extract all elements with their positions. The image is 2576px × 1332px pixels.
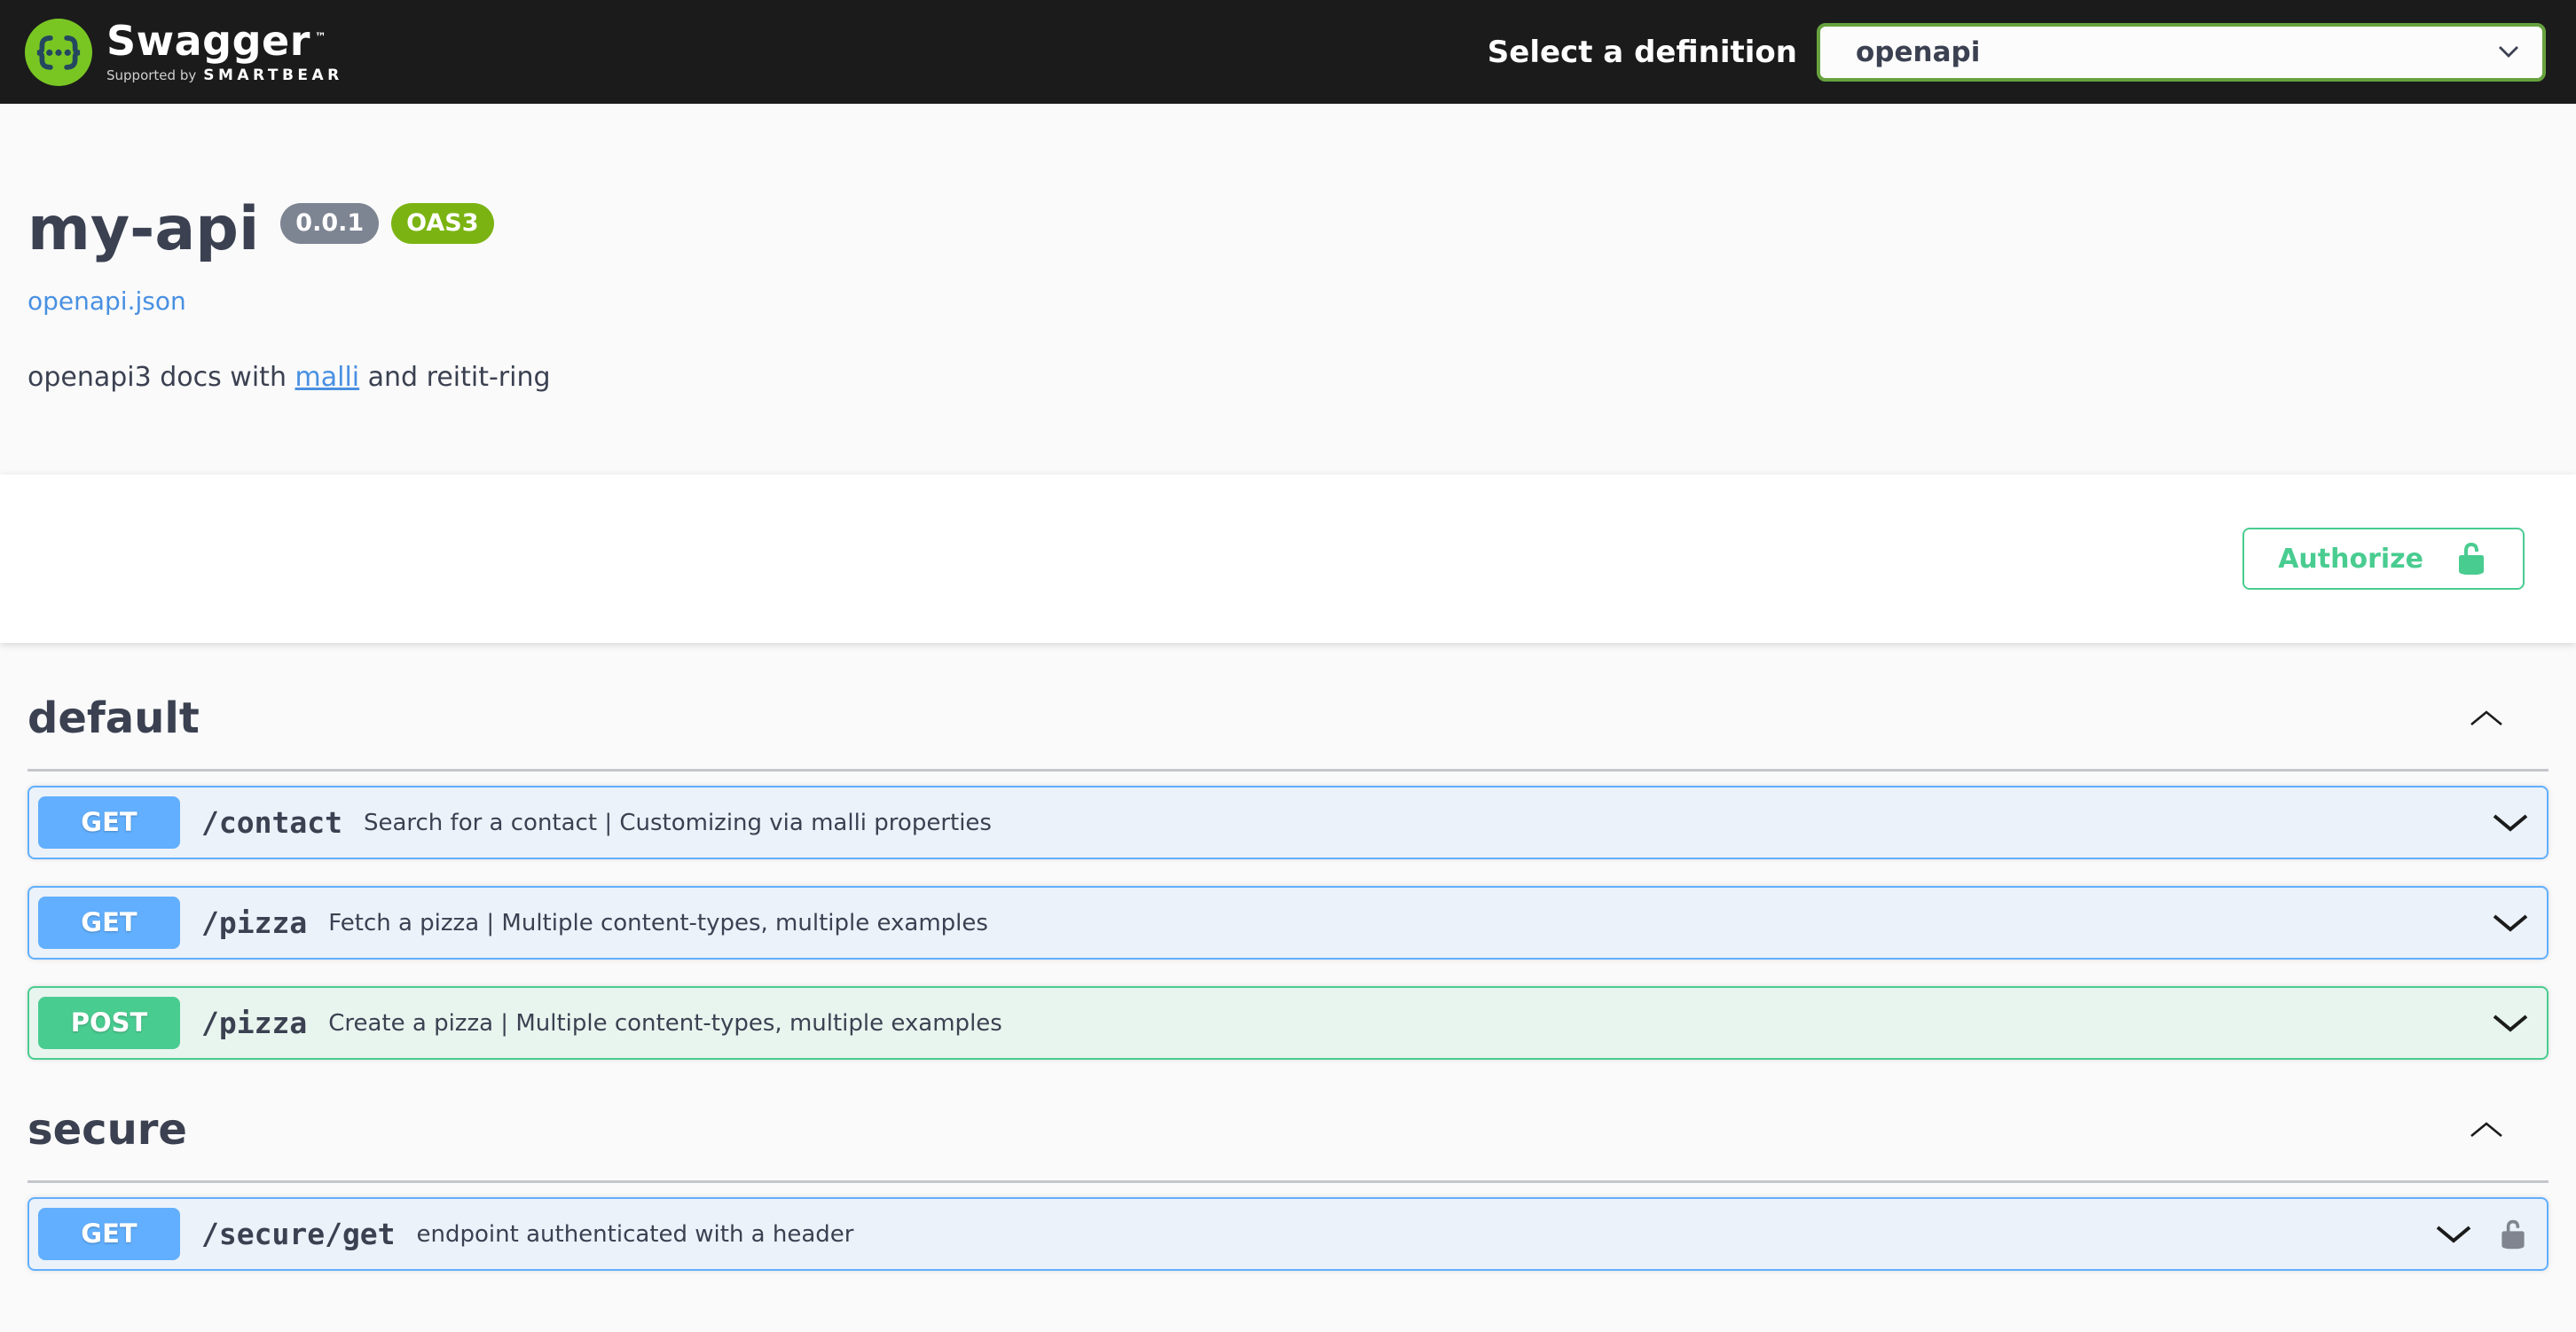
chevron-down-icon[interactable]: [2492, 1014, 2529, 1033]
definition-picker: Select a definition openapi: [1488, 23, 2546, 82]
tag-section-secure: secure GET /secure/get endpoint authenti…: [27, 1086, 2549, 1271]
supported-by-line: Supported bySMARTBEAR: [106, 67, 343, 84]
chevron-down-icon: [2498, 45, 2519, 59]
section-title: secure: [27, 1104, 187, 1156]
operations-area: default GET /contact Search for a contac…: [0, 675, 2576, 1271]
info-section: my-api 0.0.1 OAS3 openapi.json openapi3 …: [0, 104, 2576, 474]
method-badge: GET: [38, 897, 180, 949]
method-badge: GET: [38, 796, 180, 849]
section-header-default[interactable]: default: [27, 675, 2549, 772]
operation-summary: endpoint authenticated with a header: [417, 1221, 854, 1248]
method-badge: POST: [38, 997, 180, 1049]
definition-select[interactable]: openapi: [1817, 23, 2546, 82]
chevron-down-icon[interactable]: [2492, 813, 2529, 833]
operation-path[interactable]: /pizza: [201, 1006, 307, 1040]
trademark-symbol: ™: [315, 31, 327, 44]
swagger-logo-icon: [25, 19, 92, 86]
chevron-down-icon[interactable]: [2435, 1225, 2472, 1244]
brand-name: Swagger™: [106, 20, 343, 62]
scheme-container: Authorize: [0, 474, 2576, 643]
topbar: Swagger™ Supported bySMARTBEAR Select a …: [0, 0, 2576, 104]
malli-link[interactable]: malli: [295, 362, 360, 393]
operation-path[interactable]: /contact: [201, 805, 342, 840]
section-header-secure[interactable]: secure: [27, 1086, 2549, 1183]
section-title: default: [27, 693, 200, 744]
opblock-get-contact[interactable]: GET /contact Search for a contact | Cust…: [27, 786, 2549, 859]
tag-section-default: default GET /contact Search for a contac…: [27, 675, 2549, 1060]
method-badge: GET: [38, 1208, 180, 1260]
chevron-up-icon[interactable]: [2469, 1121, 2504, 1139]
unlock-icon: [2454, 541, 2489, 576]
definition-select-value: openapi: [1856, 36, 1980, 68]
operation-summary: Create a pizza | Multiple content-types,…: [328, 1010, 1002, 1037]
swagger-brand-link[interactable]: Swagger™ Supported bySMARTBEAR: [25, 19, 343, 86]
select-definition-label: Select a definition: [1488, 35, 1797, 70]
api-description: openapi3 docs with malli and reitit-ring: [27, 362, 2549, 393]
opblock-get-secure-get[interactable]: GET /secure/get endpoint authenticated w…: [27, 1197, 2549, 1271]
page-title: my-api: [27, 196, 259, 263]
spec-file-link[interactable]: openapi.json: [27, 286, 186, 316]
operation-summary: Fetch a pizza | Multiple content-types, …: [328, 910, 988, 936]
operation-summary: Search for a contact | Customizing via m…: [364, 810, 992, 836]
authorize-button[interactable]: Authorize: [2242, 528, 2525, 590]
version-badge: 0.0.1: [280, 203, 379, 244]
smartbear-label: SMARTBEAR: [203, 67, 343, 84]
chevron-up-icon[interactable]: [2469, 709, 2504, 727]
operation-path[interactable]: /pizza: [201, 905, 307, 940]
opblock-get-pizza[interactable]: GET /pizza Fetch a pizza | Multiple cont…: [27, 886, 2549, 960]
oas3-badge: OAS3: [391, 203, 493, 244]
opblock-post-pizza[interactable]: POST /pizza Create a pizza | Multiple co…: [27, 986, 2549, 1060]
unlock-icon[interactable]: [2497, 1218, 2529, 1250]
operation-path[interactable]: /secure/get: [201, 1217, 396, 1251]
chevron-down-icon[interactable]: [2492, 913, 2529, 933]
